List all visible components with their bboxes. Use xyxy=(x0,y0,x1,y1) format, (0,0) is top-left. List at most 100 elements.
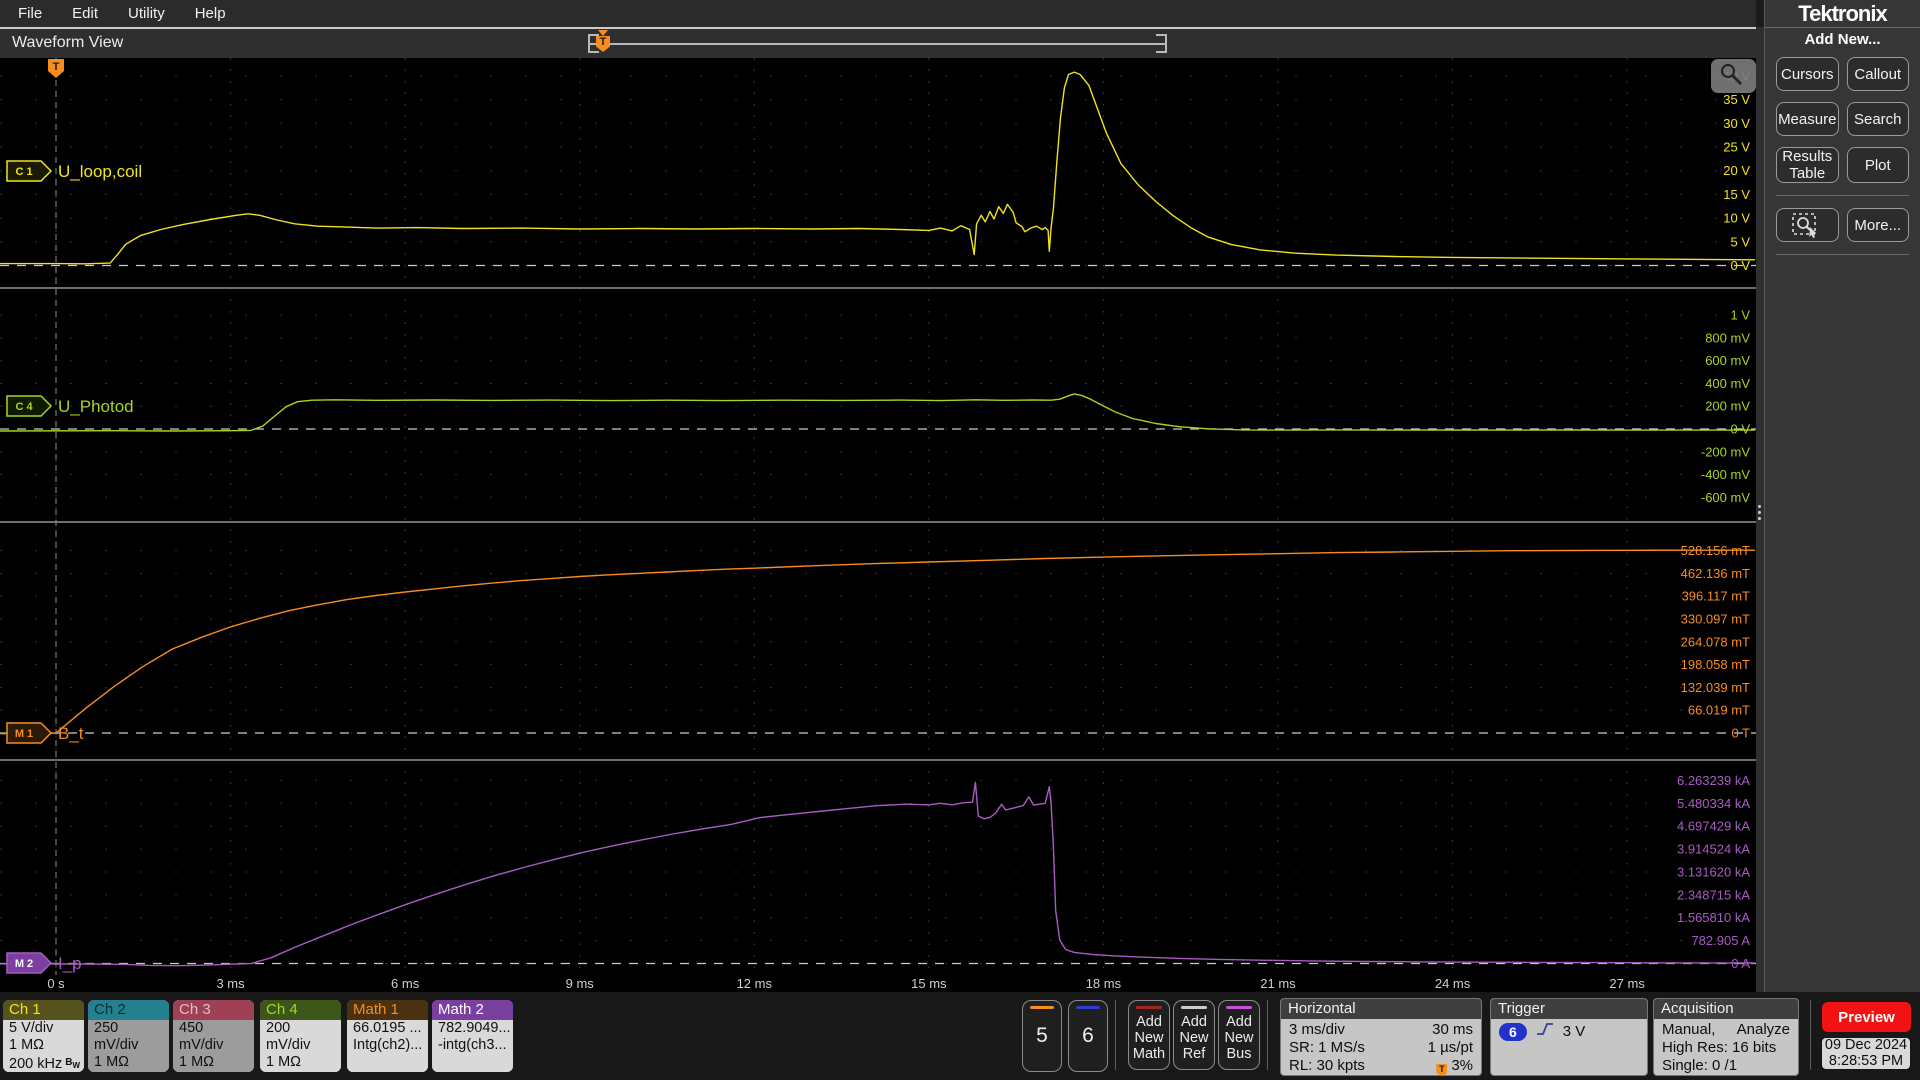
trace-c4 xyxy=(0,393,1756,432)
trigger-panel[interactable]: Trigger 6 3 V xyxy=(1490,998,1648,1076)
callout-button[interactable]: Callout xyxy=(1846,57,1909,91)
add-new-ref-button[interactable]: Add New Ref xyxy=(1173,1000,1215,1070)
axis-tick-label: -400 mV xyxy=(1701,467,1750,482)
right-sidebar: Tektronix Add New... Cursors Callout Measu… xyxy=(1764,0,1920,992)
splitter-grip-icon[interactable] xyxy=(1758,505,1761,508)
channel-card-row: -intg(ch3... xyxy=(432,1037,513,1054)
axis-tick-label: 198.058 mT xyxy=(1681,657,1750,672)
results-table-button[interactable]: Results Table xyxy=(1776,147,1839,183)
channel-setting-value: 5 V/div xyxy=(9,1020,54,1036)
acquisition-overview-bar[interactable]: T xyxy=(588,30,1167,55)
acquisition-row: Manual, Analyze xyxy=(1662,1021,1790,1039)
bottombar-separator xyxy=(1810,1000,1811,1070)
horizontal-value-left: SR: 1 MS/s xyxy=(1289,1039,1365,1056)
waveview-button-6[interactable]: 6 xyxy=(1068,1000,1108,1072)
time-tick-label: 12 ms xyxy=(737,976,773,991)
axis-tick-label: 5.480334 kA xyxy=(1677,796,1750,811)
more-button[interactable]: More... xyxy=(1846,208,1909,242)
zoom-select-button[interactable] xyxy=(1776,208,1839,242)
axis-tick-label: 10 V xyxy=(1723,211,1750,226)
channel-card-row: 200 kHzBW xyxy=(173,1071,254,1072)
horizontal-row: SR: 1 MS/s 1 µs/pt xyxy=(1289,1039,1473,1057)
channel-card-math1[interactable]: Math 1 66.0195 ... Intg(ch2)... xyxy=(347,1000,428,1072)
menu-item-help[interactable]: Help xyxy=(195,5,226,22)
axis-tick-label: 330.097 mT xyxy=(1681,611,1750,626)
plot-button[interactable]: Plot xyxy=(1846,147,1909,183)
channel-card-row: 1 MΩ xyxy=(173,1054,254,1071)
add-new-bus-button[interactable]: Add New Bus xyxy=(1218,1000,1260,1070)
channel-card-ch3[interactable]: Ch 3450 mV/div1 MΩ200 kHzBW xyxy=(173,1000,254,1072)
bottombar-separator xyxy=(1115,1000,1116,1070)
cursors-button[interactable]: Cursors xyxy=(1776,57,1839,91)
bandwidth-limit-icon: BW xyxy=(150,1071,165,1072)
axis-tick-label: -600 mV xyxy=(1701,490,1750,505)
date-label: 09 Dec 2024 xyxy=(1824,1037,1908,1053)
trace-m1 xyxy=(0,549,1756,735)
waveform-view-titlebar: Waveform View T xyxy=(0,27,1756,58)
axis-tick-label: 0 A xyxy=(1731,956,1750,971)
sidebar-separator xyxy=(1776,254,1909,255)
menu-item-edit[interactable]: Edit xyxy=(72,5,98,22)
channel-setting-value: 1 MΩ xyxy=(9,1037,45,1053)
trigger-marker-label: T xyxy=(53,61,60,73)
channel-card-body: 200 mV/div1 MΩ200 kHzBW xyxy=(260,1020,341,1072)
tektronix-logo: Tektronix xyxy=(1765,1,1920,28)
channel-card-body: 782.9049... -intg(ch3... xyxy=(432,1020,513,1072)
time-tick-label: 27 ms xyxy=(1609,976,1645,991)
axis-tick-label: 3.131620 kA xyxy=(1677,864,1750,879)
trace-name-label: B_t xyxy=(58,724,84,743)
waveview-button-5[interactable]: 5 xyxy=(1022,1000,1062,1072)
horizontal-row: RL: 30 kpts T 3% xyxy=(1289,1057,1473,1075)
acquisition-panel-title: Acquisition xyxy=(1654,999,1798,1019)
channel-card-math2[interactable]: Math 2 782.9049... -intg(ch3... xyxy=(432,1000,513,1072)
axis-tick-label: 0 V xyxy=(1730,258,1750,273)
add-new-math-button[interactable]: Add New Math xyxy=(1128,1000,1170,1070)
acquisition-value: High Res: 16 bits xyxy=(1662,1039,1777,1056)
overview-right-bracket xyxy=(1156,34,1167,53)
axis-tick-label: 0 V xyxy=(1730,422,1750,437)
waveform-plot-area[interactable]: 0 s 3 ms 6 ms 9 ms 12 ms 15 ms 18 ms 21 ms 24 ms… xyxy=(0,58,1756,992)
channel-setting-value: 250 mV/div xyxy=(94,1020,139,1053)
channel-card-body: 66.0195 ... Intg(ch2)... xyxy=(347,1020,428,1072)
channel-card-body: 250 mV/div1 MΩ200 kHzBW xyxy=(88,1020,169,1072)
bandwidth-limit-icon: BW xyxy=(322,1071,337,1072)
channel-card-row: 450 mV/div xyxy=(173,1020,254,1054)
bottombar-separator xyxy=(1267,1000,1268,1070)
horizontal-value-left: RL: 30 kpts xyxy=(1289,1057,1365,1074)
channel-card-row: 782.9049... xyxy=(432,1020,513,1037)
channel-card-ch2[interactable]: Ch 2250 mV/div1 MΩ200 kHzBW xyxy=(88,1000,169,1072)
menu-bar: File Edit Utility Help xyxy=(0,0,1756,27)
add-button-color-stripe xyxy=(1181,1006,1207,1009)
acquisition-panel[interactable]: Acquisition Manual, Analyze High Res: 16 bi… xyxy=(1653,998,1799,1076)
channel-card-ch4[interactable]: Ch 4200 mV/div1 MΩ200 kHzBW xyxy=(260,1000,341,1072)
channel-card-ch1[interactable]: Ch 15 V/div 1 MΩ 200 kHz BW xyxy=(3,1000,84,1072)
measure-button[interactable]: Measure xyxy=(1776,102,1839,136)
time-tick-label: 6 ms xyxy=(391,976,420,991)
search-button[interactable]: Search xyxy=(1846,102,1909,136)
menu-item-utility[interactable]: Utility xyxy=(128,5,165,22)
menu-item-file[interactable]: File xyxy=(18,5,42,22)
time-tick-label: 21 ms xyxy=(1260,976,1296,991)
bottom-status-bar: Preview 09 Dec 2024 8:28:53 PM Ch 15 V/d… xyxy=(0,992,1920,1080)
preview-button[interactable]: Preview xyxy=(1822,1002,1911,1032)
trigger-panel-title: Trigger xyxy=(1491,999,1647,1019)
trigger-source-badge[interactable]: 6 xyxy=(1499,1022,1527,1041)
trigger-panel-body: 6 3 V xyxy=(1491,1019,1647,1042)
axis-tick-label: 20 V xyxy=(1723,163,1750,178)
channel-card-title: Math 1 xyxy=(347,1000,428,1020)
trace-name-label: U_Photod xyxy=(58,397,134,416)
horizontal-value-right: 1 µs/pt xyxy=(1427,1039,1473,1056)
trigger-row: 6 3 V xyxy=(1499,1021,1639,1042)
channel-card-row: 250 mV/div xyxy=(88,1020,169,1054)
channel-card-title: Ch 2 xyxy=(88,1000,169,1020)
waveform-canvas[interactable]: 0 s 3 ms 6 ms 9 ms 12 ms 15 ms 18 ms 21 ms 24 ms… xyxy=(0,58,1756,992)
channel-card-body: 5 V/div 1 MΩ 200 kHz BW xyxy=(3,1020,84,1072)
view-splitter[interactable] xyxy=(1756,27,1764,992)
axis-tick-label: 1.565810 kA xyxy=(1677,910,1750,925)
acquisition-value: Analyze xyxy=(1736,1021,1790,1038)
channel-card-row: 200 kHzBW xyxy=(88,1071,169,1072)
channel-card-row: 1 MΩ xyxy=(260,1054,341,1071)
horizontal-panel[interactable]: Horizontal 3 ms/div 30 ms SR: 1 MS/s 1 µs/pt… xyxy=(1280,998,1482,1076)
bandwidth-limit-icon: BW xyxy=(65,1057,80,1070)
axis-tick-label: 5 V xyxy=(1730,234,1750,249)
